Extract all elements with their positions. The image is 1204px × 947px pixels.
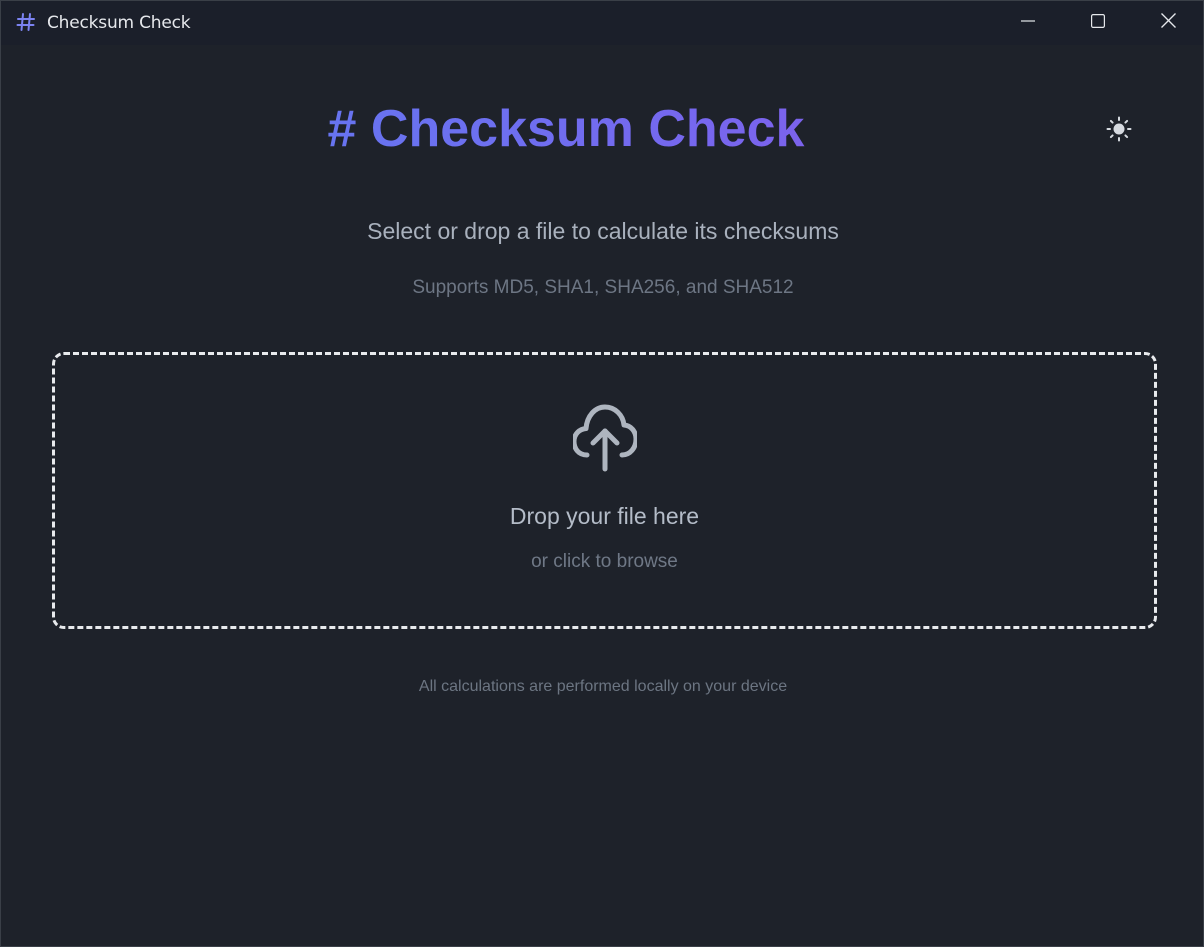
title-bar[interactable]: Checksum Check <box>1 1 1203 45</box>
close-icon <box>1160 13 1176 33</box>
window-title: Checksum Check <box>47 13 191 33</box>
supported-algorithms-text: Supports MD5, SHA1, SHA256, and SHA512 <box>412 277 794 298</box>
minimize-button[interactable] <box>993 1 1063 45</box>
sun-icon <box>1106 116 1132 147</box>
file-dropzone[interactable]: Drop your file here or click to browse <box>52 352 1157 629</box>
maximize-icon <box>1091 13 1106 33</box>
minimize-icon <box>1021 14 1035 33</box>
cloud-upload-icon <box>571 403 639 473</box>
hash-icon <box>15 11 37 33</box>
close-button[interactable] <box>1133 1 1203 45</box>
dropzone-title: Drop your file here <box>509 503 700 529</box>
page-title: # Checksum Check <box>1 97 1131 161</box>
privacy-note: All calculations are performed locally o… <box>418 678 788 695</box>
app-window: Checksum Check # Checksum Check Select o… <box>0 0 1204 947</box>
browse-link-text[interactable]: or click to browse <box>55 551 1154 573</box>
page-subtitle: Select or drop a file to calculate its c… <box>367 218 839 244</box>
theme-toggle-button[interactable] <box>1103 115 1135 147</box>
maximize-button[interactable] <box>1063 1 1133 45</box>
